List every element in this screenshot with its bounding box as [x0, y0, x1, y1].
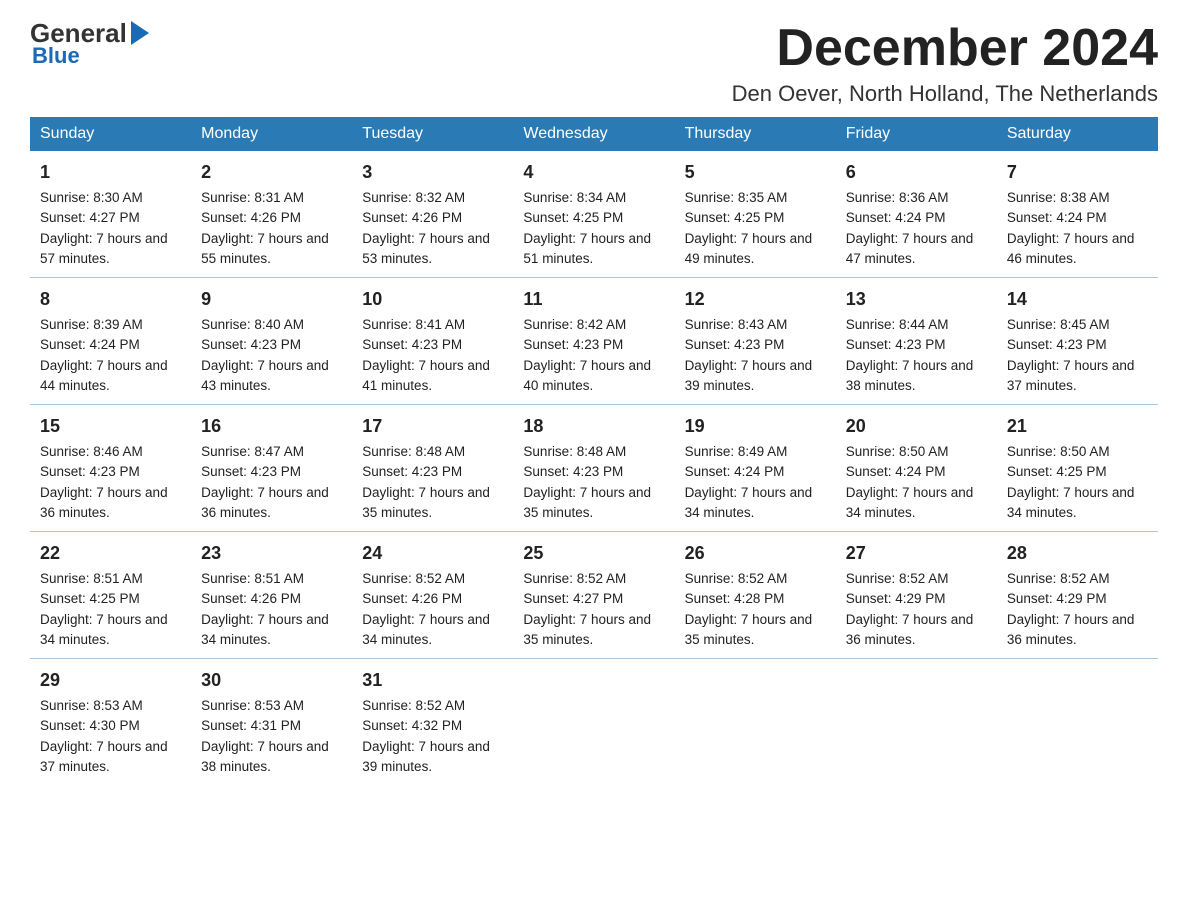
calendar-cell: 8Sunrise: 8:39 AMSunset: 4:24 PMDaylight…	[30, 278, 191, 405]
day-number: 29	[40, 667, 181, 694]
calendar-cell: 23Sunrise: 8:51 AMSunset: 4:26 PMDayligh…	[191, 532, 352, 659]
calendar-cell: 5Sunrise: 8:35 AMSunset: 4:25 PMDaylight…	[675, 151, 836, 278]
page-title: December 2024	[732, 20, 1158, 77]
calendar-cell: 13Sunrise: 8:44 AMSunset: 4:23 PMDayligh…	[836, 278, 997, 405]
day-number: 2	[201, 159, 342, 186]
header-saturday: Saturday	[997, 117, 1158, 151]
calendar-body: 1Sunrise: 8:30 AMSunset: 4:27 PMDaylight…	[30, 151, 1158, 785]
day-number: 25	[523, 540, 664, 567]
calendar-cell: 20Sunrise: 8:50 AMSunset: 4:24 PMDayligh…	[836, 405, 997, 532]
day-number: 7	[1007, 159, 1148, 186]
logo: General Blue	[30, 20, 149, 69]
calendar-cell: 26Sunrise: 8:52 AMSunset: 4:28 PMDayligh…	[675, 532, 836, 659]
day-number: 22	[40, 540, 181, 567]
week-row-4: 22Sunrise: 8:51 AMSunset: 4:25 PMDayligh…	[30, 532, 1158, 659]
day-number: 23	[201, 540, 342, 567]
day-number: 27	[846, 540, 987, 567]
calendar-cell: 6Sunrise: 8:36 AMSunset: 4:24 PMDaylight…	[836, 151, 997, 278]
calendar-header: SundayMondayTuesdayWednesdayThursdayFrid…	[30, 117, 1158, 151]
header-tuesday: Tuesday	[352, 117, 513, 151]
day-number: 13	[846, 286, 987, 313]
calendar-cell: 12Sunrise: 8:43 AMSunset: 4:23 PMDayligh…	[675, 278, 836, 405]
week-row-3: 15Sunrise: 8:46 AMSunset: 4:23 PMDayligh…	[30, 405, 1158, 532]
calendar-cell	[675, 659, 836, 786]
day-number: 31	[362, 667, 503, 694]
calendar-cell: 2Sunrise: 8:31 AMSunset: 4:26 PMDaylight…	[191, 151, 352, 278]
day-number: 17	[362, 413, 503, 440]
calendar-cell: 27Sunrise: 8:52 AMSunset: 4:29 PMDayligh…	[836, 532, 997, 659]
calendar-table: SundayMondayTuesdayWednesdayThursdayFrid…	[30, 117, 1158, 785]
day-number: 14	[1007, 286, 1148, 313]
page-header: General Blue December 2024 Den Oever, No…	[30, 20, 1158, 107]
day-number: 1	[40, 159, 181, 186]
calendar-cell: 10Sunrise: 8:41 AMSunset: 4:23 PMDayligh…	[352, 278, 513, 405]
calendar-cell: 15Sunrise: 8:46 AMSunset: 4:23 PMDayligh…	[30, 405, 191, 532]
calendar-cell: 9Sunrise: 8:40 AMSunset: 4:23 PMDaylight…	[191, 278, 352, 405]
calendar-cell: 31Sunrise: 8:52 AMSunset: 4:32 PMDayligh…	[352, 659, 513, 786]
calendar-cell: 16Sunrise: 8:47 AMSunset: 4:23 PMDayligh…	[191, 405, 352, 532]
header-thursday: Thursday	[675, 117, 836, 151]
calendar-cell: 17Sunrise: 8:48 AMSunset: 4:23 PMDayligh…	[352, 405, 513, 532]
day-number: 8	[40, 286, 181, 313]
calendar-cell: 24Sunrise: 8:52 AMSunset: 4:26 PMDayligh…	[352, 532, 513, 659]
calendar-cell	[836, 659, 997, 786]
header-monday: Monday	[191, 117, 352, 151]
calendar-cell	[997, 659, 1158, 786]
day-number: 20	[846, 413, 987, 440]
page-subtitle: Den Oever, North Holland, The Netherland…	[732, 81, 1158, 107]
title-block: December 2024 Den Oever, North Holland, …	[732, 20, 1158, 107]
day-number: 18	[523, 413, 664, 440]
calendar-cell: 30Sunrise: 8:53 AMSunset: 4:31 PMDayligh…	[191, 659, 352, 786]
logo-text-line2: Blue	[32, 43, 80, 69]
week-row-5: 29Sunrise: 8:53 AMSunset: 4:30 PMDayligh…	[30, 659, 1158, 786]
calendar-cell: 11Sunrise: 8:42 AMSunset: 4:23 PMDayligh…	[513, 278, 674, 405]
calendar-cell: 21Sunrise: 8:50 AMSunset: 4:25 PMDayligh…	[997, 405, 1158, 532]
day-number: 12	[685, 286, 826, 313]
day-number: 26	[685, 540, 826, 567]
header-wednesday: Wednesday	[513, 117, 674, 151]
day-number: 5	[685, 159, 826, 186]
calendar-cell: 14Sunrise: 8:45 AMSunset: 4:23 PMDayligh…	[997, 278, 1158, 405]
day-number: 19	[685, 413, 826, 440]
day-number: 3	[362, 159, 503, 186]
calendar-cell: 4Sunrise: 8:34 AMSunset: 4:25 PMDaylight…	[513, 151, 674, 278]
logo-arrow-icon	[131, 21, 149, 45]
calendar-cell	[513, 659, 674, 786]
day-number: 28	[1007, 540, 1148, 567]
calendar-cell: 28Sunrise: 8:52 AMSunset: 4:29 PMDayligh…	[997, 532, 1158, 659]
day-number: 15	[40, 413, 181, 440]
calendar-cell: 19Sunrise: 8:49 AMSunset: 4:24 PMDayligh…	[675, 405, 836, 532]
week-row-1: 1Sunrise: 8:30 AMSunset: 4:27 PMDaylight…	[30, 151, 1158, 278]
calendar-cell: 22Sunrise: 8:51 AMSunset: 4:25 PMDayligh…	[30, 532, 191, 659]
header-sunday: Sunday	[30, 117, 191, 151]
header-friday: Friday	[836, 117, 997, 151]
day-number: 16	[201, 413, 342, 440]
day-number: 30	[201, 667, 342, 694]
calendar-cell: 18Sunrise: 8:48 AMSunset: 4:23 PMDayligh…	[513, 405, 674, 532]
day-number: 6	[846, 159, 987, 186]
day-number: 11	[523, 286, 664, 313]
day-number: 4	[523, 159, 664, 186]
calendar-cell: 25Sunrise: 8:52 AMSunset: 4:27 PMDayligh…	[513, 532, 674, 659]
day-number: 21	[1007, 413, 1148, 440]
day-number: 24	[362, 540, 503, 567]
week-row-2: 8Sunrise: 8:39 AMSunset: 4:24 PMDaylight…	[30, 278, 1158, 405]
calendar-cell: 7Sunrise: 8:38 AMSunset: 4:24 PMDaylight…	[997, 151, 1158, 278]
day-number: 9	[201, 286, 342, 313]
calendar-cell: 1Sunrise: 8:30 AMSunset: 4:27 PMDaylight…	[30, 151, 191, 278]
calendar-cell: 29Sunrise: 8:53 AMSunset: 4:30 PMDayligh…	[30, 659, 191, 786]
header-row: SundayMondayTuesdayWednesdayThursdayFrid…	[30, 117, 1158, 151]
calendar-cell: 3Sunrise: 8:32 AMSunset: 4:26 PMDaylight…	[352, 151, 513, 278]
day-number: 10	[362, 286, 503, 313]
